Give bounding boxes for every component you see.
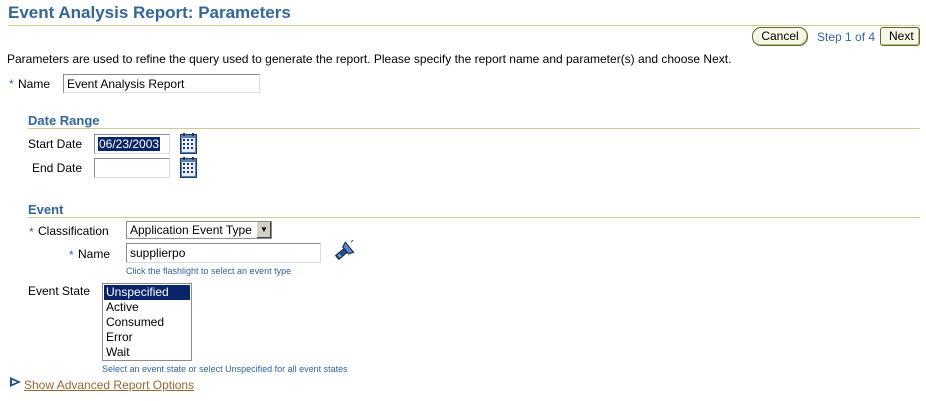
event-heading: Event — [28, 202, 64, 217]
event-name-label: Name — [78, 247, 111, 261]
disclosure-triangle-icon[interactable] — [9, 376, 23, 391]
end-date-input[interactable] — [94, 158, 170, 178]
report-name-input[interactable]: Event Analysis Report — [63, 74, 260, 93]
calendar-icon[interactable] — [180, 157, 197, 181]
event-name-hint: Click the flashlight to select an event … — [126, 266, 292, 276]
start-date-value: 06/23/2003 — [98, 137, 161, 151]
start-date-label: Start Date — [28, 137, 83, 151]
end-date-label: End Date — [32, 161, 83, 175]
show-advanced-options-link[interactable]: Show Advanced Report Options — [24, 378, 194, 392]
page-title: Event Analysis Report: Parameters — [8, 3, 291, 22]
list-item[interactable]: Wait — [104, 345, 190, 360]
step-indicator: Step 1 of 4 — [817, 30, 876, 44]
date-range-divider — [28, 128, 920, 129]
required-marker: * — [69, 248, 74, 262]
event-divider — [28, 217, 920, 218]
date-range-heading: Date Range — [28, 113, 100, 128]
title-divider — [8, 25, 920, 26]
list-item[interactable]: Error — [104, 330, 190, 345]
list-item[interactable]: Unspecified — [104, 285, 190, 300]
chevron-down-icon[interactable]: ▼ — [256, 222, 271, 238]
classification-select[interactable]: Application Event Type ▼ — [126, 221, 272, 239]
required-marker: * — [9, 77, 14, 91]
classification-label: Classification — [38, 224, 109, 238]
required-marker: * — [29, 225, 34, 239]
event-state-label: Event State — [28, 284, 91, 298]
flashlight-icon[interactable] — [331, 239, 355, 267]
instructions-text: Parameters are used to refine the query … — [7, 52, 732, 66]
event-state-hint: Select an event state or select Unspecif… — [102, 364, 348, 374]
classification-value: Application Event Type — [130, 223, 252, 237]
cancel-button[interactable]: Cancel — [752, 27, 808, 46]
name-label: Name — [18, 77, 51, 91]
calendar-icon[interactable] — [180, 133, 197, 157]
list-item[interactable]: Consumed — [104, 315, 190, 330]
list-item[interactable]: Active — [104, 300, 190, 315]
start-date-input[interactable]: 06/23/2003 — [94, 134, 170, 154]
next-button[interactable]: Next — [880, 27, 920, 46]
event-state-listbox[interactable]: Unspecified Active Consumed Error Wait — [102, 283, 192, 361]
event-name-input[interactable]: supplierpo — [126, 243, 321, 263]
